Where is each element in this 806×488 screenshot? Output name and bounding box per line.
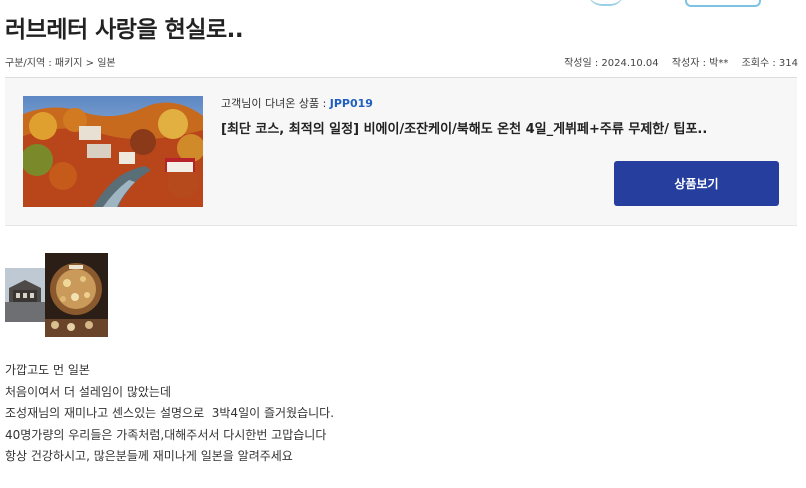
header-decoration <box>0 0 806 10</box>
breadcrumb: 구분/지역 : 패키지 > 일본 <box>5 58 116 69</box>
visited-product-label: 고객님이 다녀온 상품 : JPP019 <box>221 95 373 111</box>
review-line: 가깝고도 먼 일본 <box>5 363 90 377</box>
post-date: 작성일 : 2024.10.04 <box>564 58 659 69</box>
product-code: JPP019 <box>329 97 373 110</box>
post-views: 조회수 : 314 <box>741 58 798 69</box>
review-photo-interior[interactable] <box>45 253 108 337</box>
product-thumbnail[interactable] <box>23 96 203 207</box>
page-title: 러브레터 사랑을 현실로.. <box>5 17 244 43</box>
review-line: 항상 건강하시고, 많은분들께 재미나게 일본을 알려주세요 <box>5 449 293 463</box>
visited-product-card: 고객님이 다녀온 상품 : JPP019 [최단 코스, 최적의 일정] 비에이… <box>5 78 797 226</box>
header-curve-decoration <box>588 0 624 6</box>
review-photo-building[interactable] <box>5 268 45 322</box>
product-name[interactable]: [최단 코스, 최적의 일정] 비에이/조잔케이/북해도 온천 4일_게뷔페+주… <box>221 118 707 137</box>
view-product-button[interactable]: 상품보기 <box>614 161 779 206</box>
header-button-edge <box>685 0 761 7</box>
post-author: 작성자 : 박** <box>671 58 729 69</box>
review-line: 조성재님의 재미나고 센스있는 설명으로 3박4일이 즐거웠습니다. <box>5 406 335 420</box>
review-line: 40명가량의 우리들은 가족처럼,대해주서서 다시한번 고맙습니다 <box>5 427 327 442</box>
post-meta: 작성일 : 2024.10.04 작성자 : 박** 조회수 : 314 <box>554 54 798 69</box>
review-content: 가깝고도 먼 일본 처음이여서 더 설레임이 많았는데 조성재님의 재미나고 센… <box>5 360 334 468</box>
visited-label-text: 고객님이 다녀온 상품 : <box>221 97 330 110</box>
review-line: 처음이여서 더 설레임이 많았는데 <box>5 384 172 399</box>
